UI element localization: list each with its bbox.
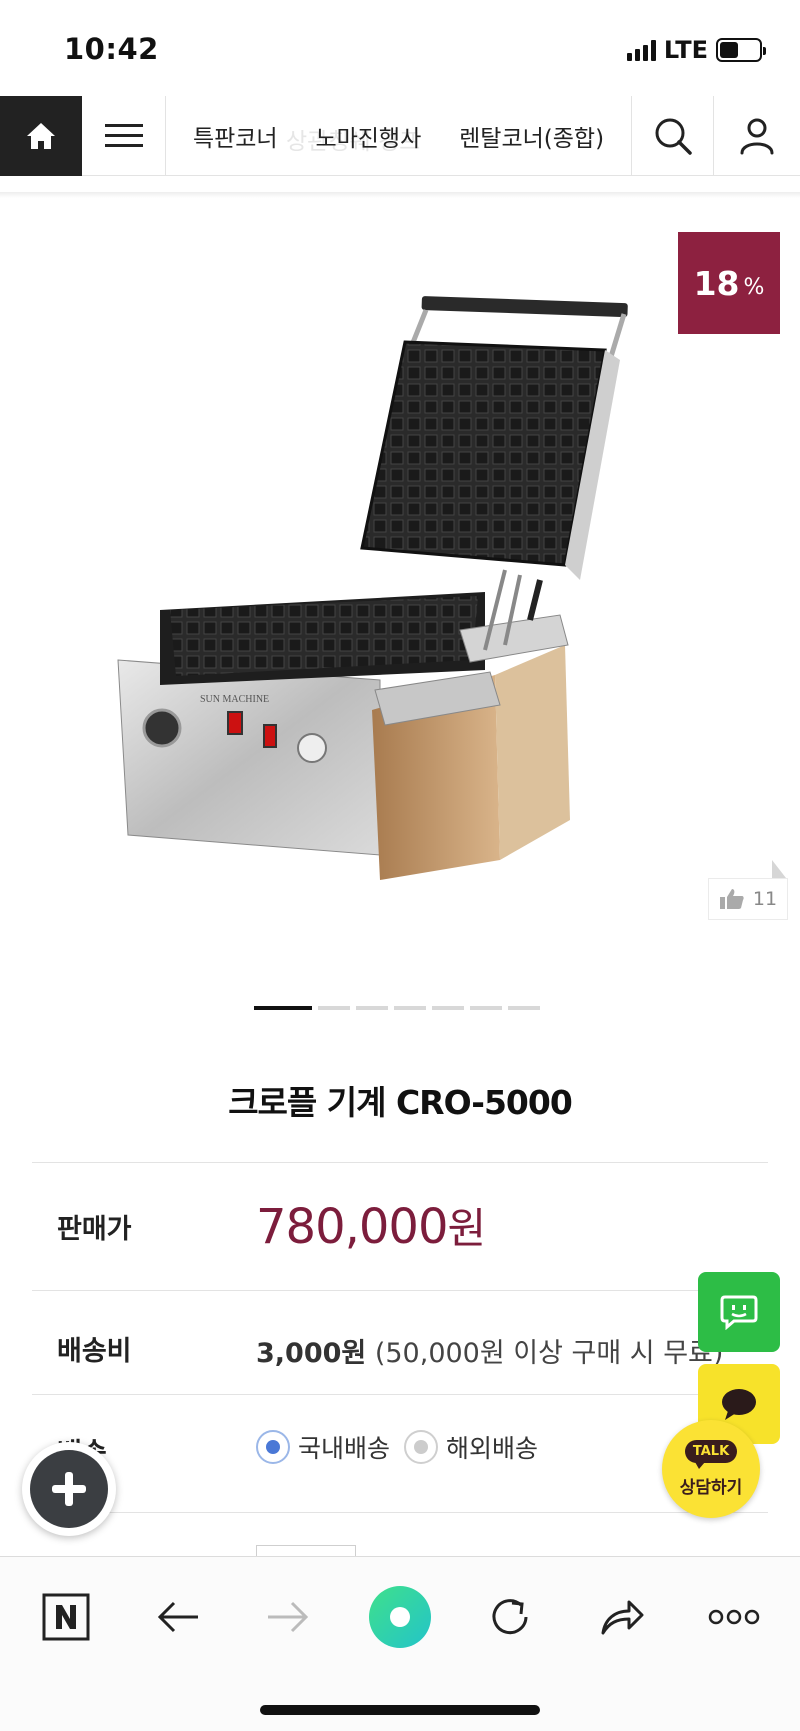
chat-button[interactable] [698, 1272, 780, 1352]
price-label: 판매가 [57, 1214, 132, 1245]
network-label: LTE [663, 36, 708, 64]
green-dot-button[interactable] [368, 1585, 432, 1649]
shipping-row: 배송비 3,000원 (50,000원 이상 구매 시 무료) [32, 1290, 768, 1394]
like-count: 11 [752, 888, 778, 910]
thumbs-up-icon [719, 889, 744, 909]
more-button[interactable] [704, 1587, 764, 1647]
nav-link-special[interactable]: 특판코너 [193, 119, 278, 153]
delivery-option-overseas[interactable]: 해외배송 [446, 1429, 538, 1465]
nav-divider [0, 192, 800, 198]
arrow-left-icon [157, 1601, 198, 1633]
machine-brand-label: SUN MACHINE [200, 694, 269, 705]
shipping-note: (50,000원 이상 구매 시 무료) [374, 1338, 724, 1369]
kakao-talk-icon: TALK [684, 1440, 738, 1469]
status-bar: 10:42 LTE [0, 0, 800, 96]
chat-icon [720, 1295, 758, 1330]
nav-link-no-margin[interactable]: 노마진행사 [315, 119, 421, 153]
battery-icon [716, 38, 766, 62]
price-unit: 원 [447, 1204, 487, 1253]
discount-badge: 18 % [678, 232, 780, 334]
refresh-button[interactable] [480, 1587, 540, 1647]
radio-overseas[interactable] [404, 1430, 439, 1464]
like-corner-decoration [772, 860, 786, 878]
product-title: 크로플 기계 CRO-5000 [228, 1083, 573, 1122]
more-dots-icon [708, 1609, 760, 1625]
nav-link-rental[interactable]: 렌탈코너(종합) [459, 119, 604, 153]
radio-domestic[interactable] [256, 1430, 290, 1464]
search-icon [655, 118, 692, 155]
pager-dot[interactable] [318, 1006, 350, 1010]
share-arrow-icon [601, 1600, 644, 1635]
shipping-value: 3,000원 (50,000원 이상 구매 시 무료) [256, 1331, 723, 1370]
price-row: 판매가 780,000원 [32, 1162, 768, 1290]
naver-home-button[interactable] [36, 1587, 96, 1647]
pager-dot[interactable] [432, 1006, 464, 1010]
pager-dot[interactable] [394, 1006, 426, 1010]
price-value: 780,000원 [256, 1199, 487, 1255]
plus-icon [52, 1472, 86, 1506]
like-button[interactable]: 11 [708, 878, 788, 920]
home-indicator [260, 1705, 540, 1715]
browser-toolbar [0, 1556, 800, 1731]
home-icon [27, 123, 55, 149]
discount-unit: % [743, 274, 765, 300]
forward-button[interactable] [258, 1587, 318, 1647]
kakao-consult-label: 상담하기 [679, 1478, 743, 1498]
back-button[interactable] [148, 1587, 208, 1647]
floating-plus-button[interactable] [22, 1442, 116, 1536]
product-image[interactable]: SUN MACHINE [100, 280, 660, 940]
refresh-icon [492, 1599, 528, 1635]
naver-n-icon [42, 1593, 90, 1641]
signal-icon [626, 39, 656, 61]
image-pagination [254, 1006, 540, 1010]
kakao-consult-button[interactable]: TALK 상담하기 [662, 1420, 760, 1518]
status-time: 10:42 [64, 32, 159, 66]
delivery-option-domestic[interactable]: 국내배송 [298, 1429, 390, 1465]
menu-button[interactable] [82, 96, 166, 176]
quantity-row [32, 1512, 768, 1585]
shipping-label: 배송비 [57, 1336, 132, 1367]
green-dot-icon [369, 1586, 431, 1648]
share-button[interactable] [592, 1587, 652, 1647]
delivery-row: 배송 국내배송 해외배송 [32, 1394, 768, 1512]
status-indicators: LTE [626, 36, 766, 64]
pager-dot[interactable] [508, 1006, 540, 1010]
user-icon [740, 118, 774, 155]
search-button[interactable] [632, 96, 714, 176]
pager-dot[interactable] [356, 1006, 388, 1010]
shipping-fee: 3,000원 [256, 1338, 367, 1369]
speech-bubble-icon [722, 1389, 756, 1420]
delivery-options: 국내배송 해외배송 [256, 1429, 538, 1465]
pager-dot[interactable] [254, 1006, 312, 1010]
arrow-right-icon [268, 1601, 309, 1633]
nav-links: 상관칭쉐 경프 특판코너 노마진행사 렌탈코너(종합) [166, 96, 632, 176]
discount-value: 18 [693, 263, 740, 303]
site-nav-bar: 상관칭쉐 경프 특판코너 노마진행사 렌탈코너(종합) [0, 96, 800, 176]
pager-dot[interactable] [470, 1006, 502, 1010]
my-page-button[interactable] [714, 96, 800, 176]
hamburger-icon [104, 124, 143, 147]
home-button[interactable] [0, 96, 82, 176]
